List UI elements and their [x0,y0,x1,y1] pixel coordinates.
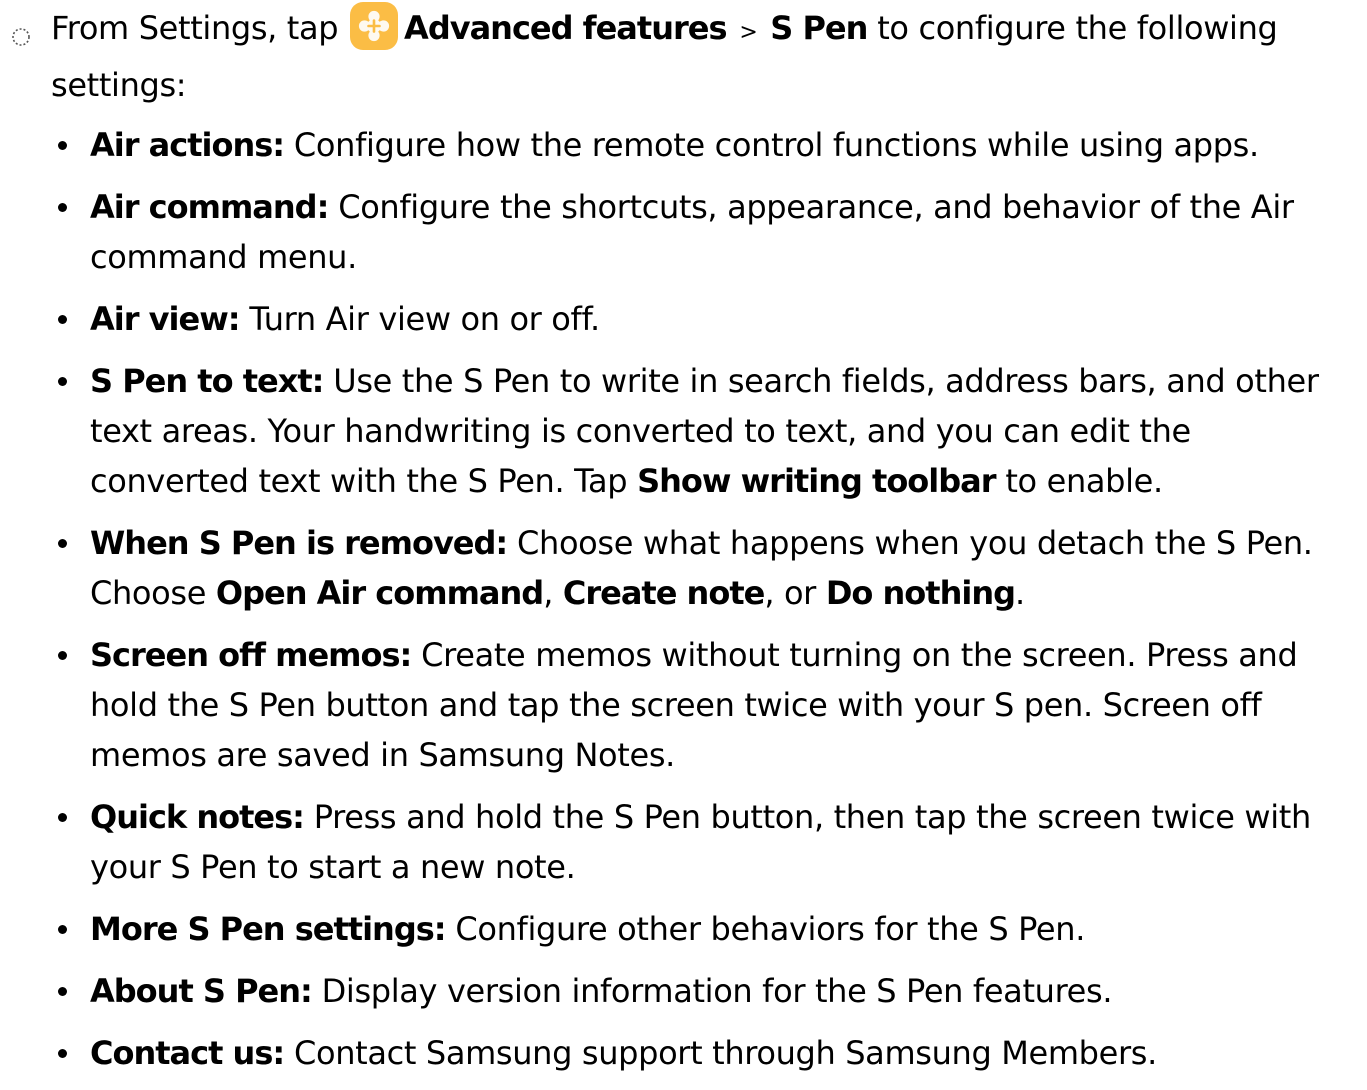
item-tail: . [1015,574,1025,612]
intro-prefix: From Settings, tap [51,9,339,47]
item-term: More S Pen settings: [90,910,447,948]
list-item-quick-notes: Quick notes: Press and hold the S Pen bu… [0,792,1367,892]
show-writing-toolbar-option: Show writing toolbar [637,462,996,500]
intro-submenu: S Pen [770,9,868,47]
bullet-icon [58,651,67,660]
bullet-icon [58,315,67,324]
item-desc: Contact Samsung support through Samsung … [294,1034,1157,1072]
item-tail: to enable. [1005,462,1163,500]
item-term: S Pen to text: [90,362,324,400]
list-item-s-pen-to-text: S Pen to text: Use the S Pen to write in… [0,356,1367,506]
list-item-air-view: Air view: Turn Air view on or off. [0,294,1367,344]
bullet-icon [58,141,67,150]
bullet-icon [58,203,67,212]
intro-menu: Advanced features [404,9,727,47]
list-item-about-s-pen: About S Pen: Display version information… [0,966,1367,1016]
bullet-icon [58,925,67,934]
item-comma: , [543,574,554,612]
open-air-command-option: Open Air command [215,574,544,612]
settings-list: Air actions: Configure how the remote co… [0,120,1367,1090]
item-term: About S Pen: [90,972,313,1010]
item-term: When S Pen is removed: [90,524,508,562]
item-term: Air actions: [90,126,285,164]
bullet-icon [58,377,67,386]
list-item-air-actions: Air actions: Configure how the remote co… [0,120,1367,170]
list-item-more-s-pen-settings: More S Pen settings: Configure other beh… [0,904,1367,954]
item-or: , or [764,574,816,612]
item-term: Quick notes: [90,798,305,836]
bullet-icon [58,813,67,822]
item-desc: Configure how the remote control functio… [293,126,1259,164]
list-item-contact-us: Contact us: Contact Samsung support thro… [0,1028,1367,1078]
item-term: Screen off memos: [90,636,412,674]
intro-separator: > [739,20,758,45]
item-desc: Configure other behaviors for the S Pen. [455,910,1086,948]
intro-step: From Settings, tap Advanced features > S… [0,0,1367,110]
item-term: Air view: [90,300,241,338]
bullet-icon [58,539,67,548]
step-circle-icon [12,28,30,46]
item-term: Contact us: [90,1034,285,1072]
do-nothing-option: Do nothing [825,574,1016,612]
list-item-when-s-pen-is-removed: When S Pen is removed: Choose what happe… [0,518,1367,618]
item-term: Air command: [90,188,329,226]
item-desc: Display version information for the S Pe… [321,972,1113,1010]
bullet-icon [58,1049,67,1058]
list-item-air-command: Air command: Configure the shortcuts, ap… [0,182,1367,282]
list-item-screen-off-memos: Screen off memos: Create memos without t… [0,630,1367,780]
create-note-option: Create note [562,574,765,612]
intro-text: From Settings, tap Advanced features > S… [51,2,1351,111]
item-desc: Turn Air view on or off. [249,300,600,338]
advanced-features-icon [350,2,399,50]
bullet-icon [58,987,67,996]
